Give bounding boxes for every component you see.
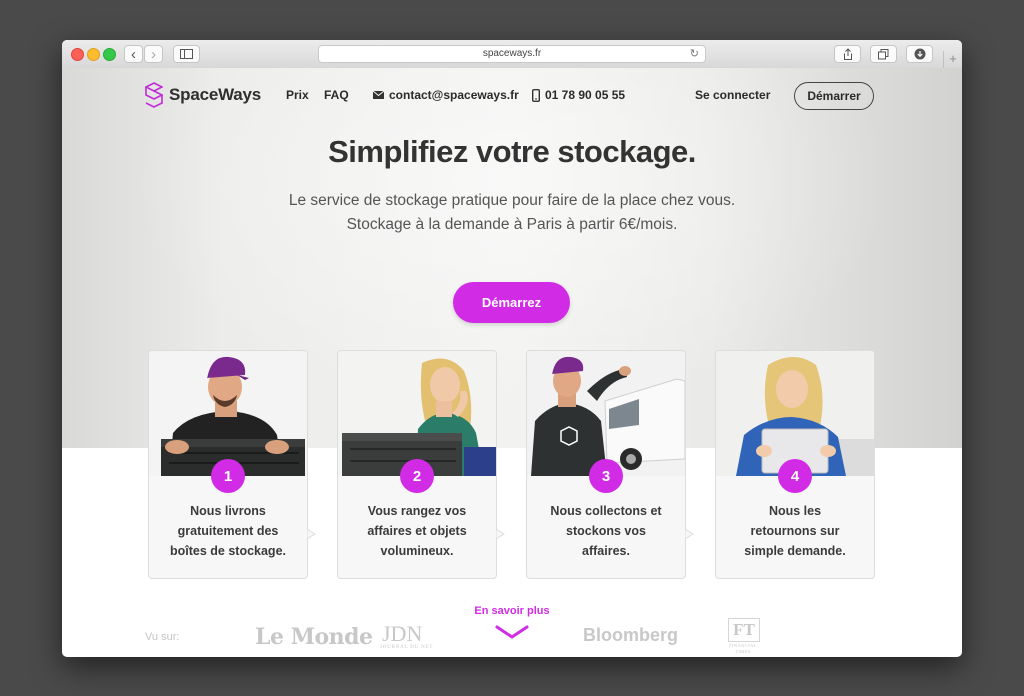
nav-link-faq[interactable]: FAQ [324,88,349,102]
step-text-line: boîtes de stockage. [169,544,286,558]
cta-start-button[interactable]: Démarrez [453,282,570,323]
step-description: Nous les retournons sur simple demande. [724,501,866,561]
chevron-right-icon [496,529,505,539]
chevron-right-icon [307,529,316,539]
step-text-line: gratuitement des [177,524,279,538]
sidebar-icon [180,49,193,59]
tabs-overview-button[interactable] [870,45,897,63]
step-text-line: Nous livrons [190,504,266,518]
press-logo-jdn-subtitle: JOURNAL DU NET [380,645,434,650]
step-text-line: Nous les [768,504,822,518]
hero-title: Simplifiez votre stockage. [328,134,696,169]
tabs-icon [878,48,889,59]
press-logo-bloomberg: Bloomberg [583,625,679,645]
chevron-down-icon[interactable] [495,624,529,640]
step-card-4: 4 Nous les retournons sur simple demande… [715,350,875,579]
chevron-right-icon [685,529,694,539]
contact-email: contact@spaceways.fr [389,88,519,102]
start-button[interactable]: Démarrer [794,82,874,110]
step-description: Nous collectons et stockons vos affaires… [535,501,677,561]
sidebar-toggle-button[interactable] [173,45,200,63]
step-number-badge: 2 [400,459,434,493]
zoom-window-button[interactable] [103,48,116,61]
brand-logo[interactable]: SpaceWays [145,82,261,108]
hero-subtitle-line2: Stockage à la demande à Paris à partir 6… [346,216,678,233]
address-bar[interactable]: spaceways.fr ↻ [318,45,706,63]
mover-with-van-photo [527,351,685,476]
step-number-badge: 4 [778,459,812,493]
close-window-button[interactable] [71,48,84,61]
step-text-line: volumineux. [380,544,454,558]
downloads-button[interactable] [906,45,933,63]
step-number-badge: 1 [211,459,245,493]
press-logo-ft-line1: FINANCIAL [729,643,757,648]
press-logo-ft: FT [728,618,760,642]
url-text: spaceways.fr [482,48,542,59]
step-text-line: affaires. [582,544,630,558]
forward-button[interactable]: › [144,45,163,63]
step-card-3: 3 Nous collectons et stockons vos affair… [526,350,686,579]
nav-link-prix[interactable]: Prix [286,88,309,102]
woman-with-box-photo [338,351,496,476]
step-description: Nous livrons gratuitement des boîtes de … [157,501,299,561]
step-card-1: 1 Nous livrons gratuitement des boîtes d… [148,350,308,579]
page-content: SpaceWays Prix FAQ contact@spaceways.fr … [62,68,962,657]
back-button[interactable]: ‹ [124,45,143,63]
step-text-line: retournons sur [750,524,840,538]
step-text-line: stockons vos [566,524,646,538]
press-logo-le-monde: Le Monde [255,624,373,650]
press-label: Vu sur: [145,631,180,643]
share-button[interactable] [834,45,861,63]
envelope-icon [373,91,384,99]
share-icon [843,48,852,60]
new-tab-button[interactable]: + [943,51,962,68]
brand-name: SpaceWays [169,85,262,104]
spaceways-logo-icon [145,82,163,108]
step-text-line: affaires et objets [367,524,467,538]
browser-window: ‹ › spaceways.fr ↻ + SpaceWays Prix FAQ … [62,40,962,657]
step-description: Vous rangez vos affaires et objets volum… [346,501,488,561]
minimize-window-button[interactable] [87,48,100,61]
woman-with-tablet-photo [716,351,874,476]
delivery-man-photo [149,351,307,476]
contact-email-link[interactable]: contact@spaceways.fr [373,88,519,102]
login-link[interactable]: Se connecter [695,88,770,102]
press-logo-ft-line2: TIMES [735,649,751,654]
learn-more-link[interactable]: En savoir plus [466,605,558,617]
contact-phone-link[interactable]: 01 78 90 05 55 [532,88,625,102]
hero-subtitle-line1: Le service de stockage pratique pour fai… [288,192,736,209]
press-logo-jdn: JDN [382,621,423,646]
step-text-line: Nous collectons et [550,504,662,518]
contact-phone: 01 78 90 05 55 [545,88,626,102]
step-card-2: 2 Vous rangez vos affaires et objets vol… [337,350,497,579]
step-text-line: Vous rangez vos [367,504,467,518]
reload-icon[interactable]: ↻ [690,46,699,62]
download-icon [914,48,925,60]
browser-toolbar: ‹ › spaceways.fr ↻ + [62,40,962,69]
phone-icon [532,88,540,102]
step-number-badge: 3 [589,459,623,493]
step-text-line: simple demande. [744,544,846,558]
